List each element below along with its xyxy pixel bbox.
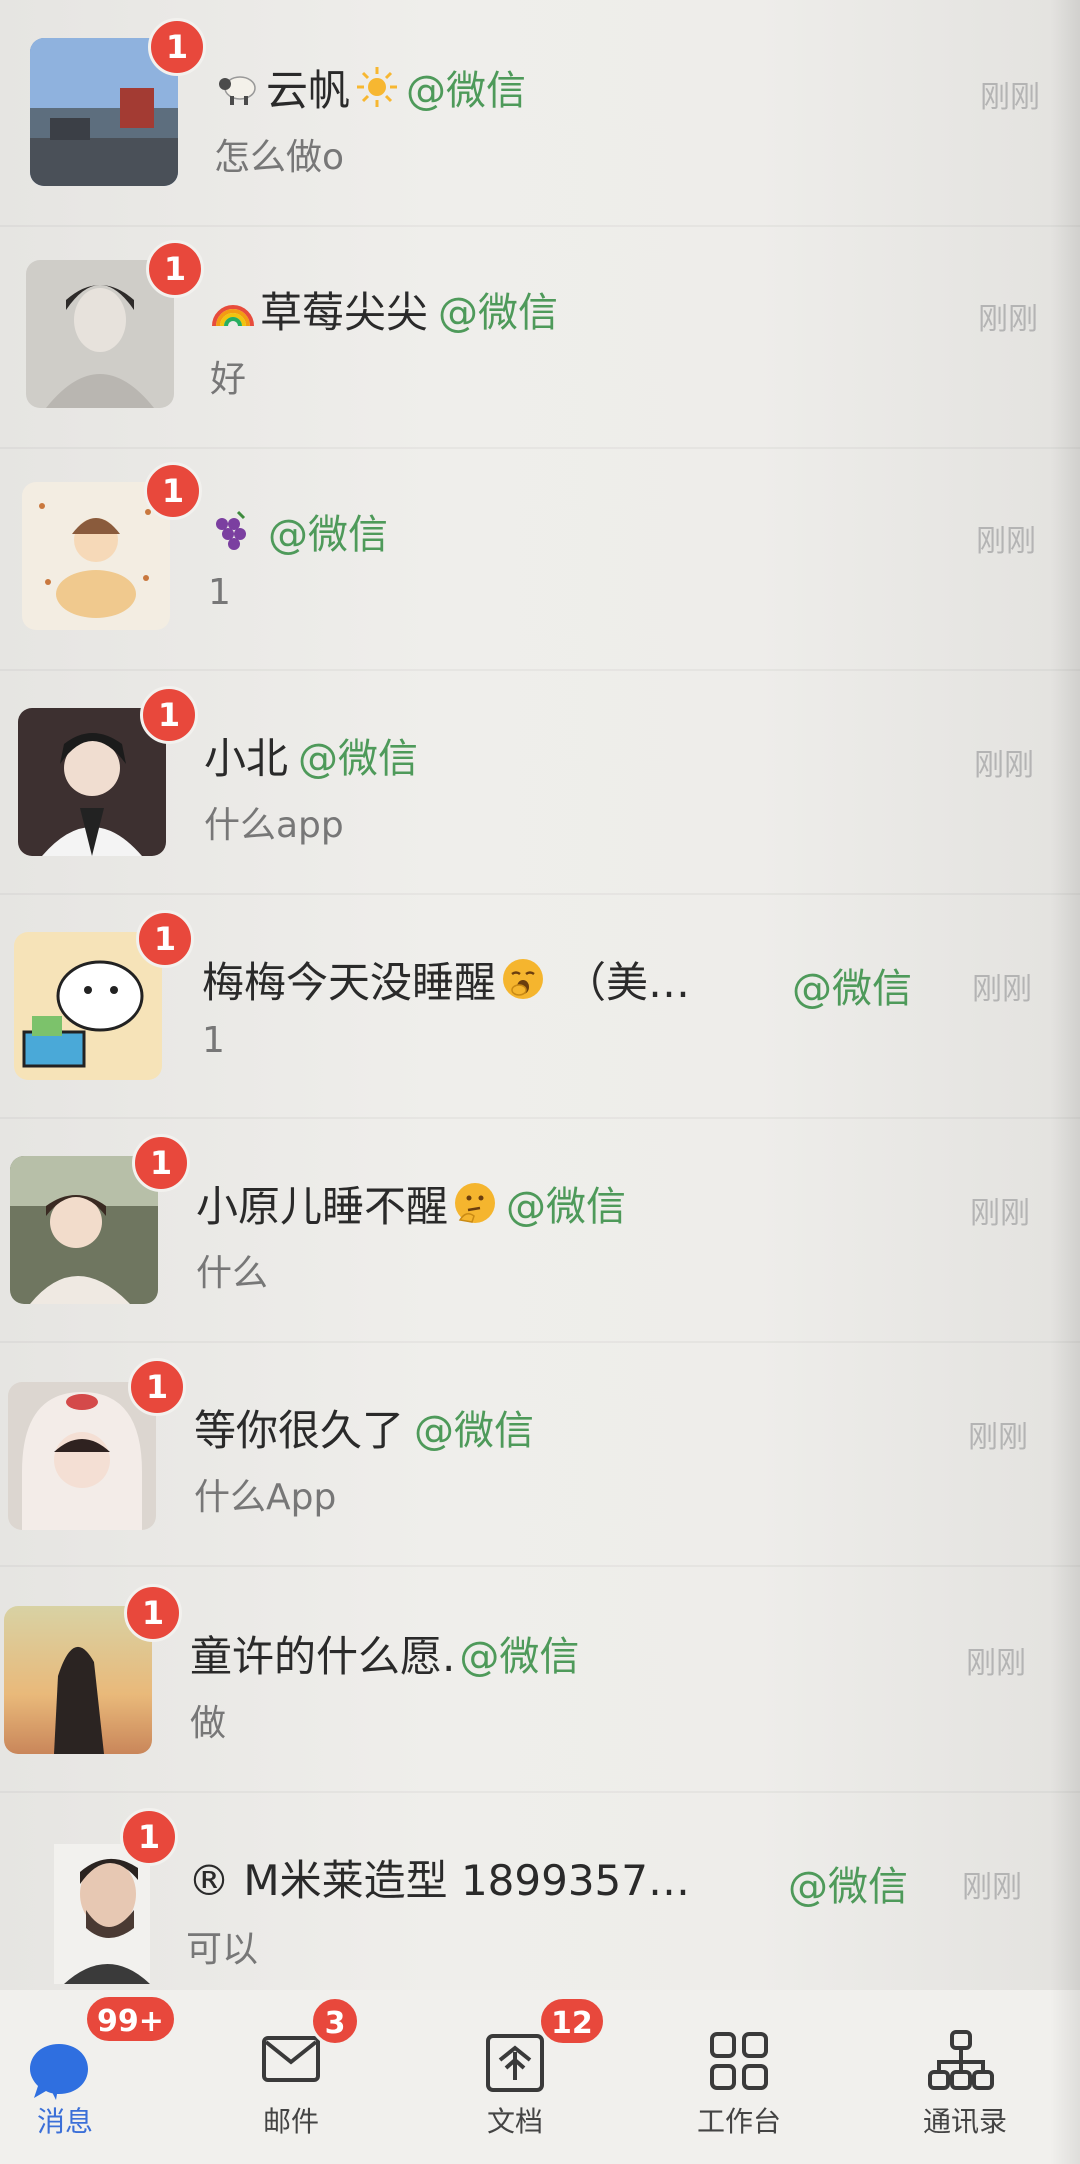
chat-time: 刚刚 bbox=[976, 524, 1036, 559]
chat-item[interactable]: 1 @微信 1 刚刚 bbox=[0, 444, 1080, 671]
message-bubble-icon bbox=[26, 2038, 92, 2104]
tab-contacts[interactable]: 通讯录 bbox=[890, 1990, 1040, 2164]
unread-badge: 1 bbox=[120, 1808, 178, 1866]
chat-preview: 什么 bbox=[196, 1253, 269, 1294]
unread-badge: 1 bbox=[148, 18, 206, 76]
tab-badge: 99+ bbox=[84, 1994, 177, 2044]
chat-item[interactable]: 1 小原儿睡不醒 @微信 什么 刚刚 bbox=[0, 1116, 1080, 1343]
chat-time: 刚刚 bbox=[970, 1196, 1030, 1231]
chat-item[interactable]: 1 梅梅今天没睡醒 （美… @微信 1 刚刚 bbox=[0, 892, 1080, 1119]
chat-name: 梅梅今天没睡醒 bbox=[202, 957, 497, 1007]
tab-label: 消息 bbox=[36, 2105, 93, 2138]
chat-handle: @微信 bbox=[414, 1408, 535, 1454]
chat-name: 云帆 bbox=[266, 65, 351, 115]
chat-name: 等你很久了 bbox=[194, 1405, 405, 1455]
avatar bbox=[54, 1844, 150, 1984]
chat-name-line: 童许的什么愿. @微信 bbox=[190, 1620, 579, 1686]
yawning-face-emoji-icon bbox=[500, 956, 546, 1002]
unread-badge: 1 bbox=[144, 462, 202, 520]
tab-label: 工作台 bbox=[696, 2105, 781, 2138]
chat-handle: @微信 bbox=[459, 1634, 580, 1680]
chat-name-line: 等你很久了 @微信 bbox=[194, 1394, 534, 1460]
tab-label: 通讯录 bbox=[922, 2105, 1007, 2138]
chat-name: ® M米莱造型 1899357… bbox=[188, 1855, 690, 1905]
chat-item[interactable]: 1 草莓尖尖 @微信 好 刚刚 bbox=[0, 222, 1080, 449]
tab-label: 邮件 bbox=[262, 2105, 319, 2138]
chat-time: 刚刚 bbox=[972, 972, 1032, 1007]
chat-preview: 怎么做o bbox=[214, 137, 345, 178]
chat-time: 刚刚 bbox=[962, 1870, 1022, 1905]
chat-preview: 做 bbox=[190, 1703, 227, 1744]
chat-name: 草莓尖尖 bbox=[260, 287, 429, 337]
tab-workbench[interactable]: 工作台 bbox=[664, 1990, 814, 2164]
chat-name-line: 小北 @微信 bbox=[204, 722, 418, 788]
chat-time: 刚刚 bbox=[974, 748, 1034, 783]
chat-time: 刚刚 bbox=[980, 80, 1040, 115]
chat-name-line: 云帆 @微信 bbox=[212, 54, 526, 120]
unread-badge: 1 bbox=[146, 240, 204, 298]
document-icon bbox=[482, 2030, 548, 2096]
unread-badge: 1 bbox=[136, 910, 194, 968]
chat-handle: @微信 bbox=[792, 966, 912, 1012]
tab-badge: 12 bbox=[538, 1996, 606, 2046]
chat-preview: 1 bbox=[202, 1020, 225, 1061]
chat-handle: @微信 bbox=[268, 512, 388, 558]
unread-badge: 1 bbox=[140, 686, 198, 744]
unread-badge: 1 bbox=[128, 1358, 186, 1416]
chat-item[interactable]: 1 云帆 @微信 怎么做o 刚刚 bbox=[0, 0, 1080, 227]
chat-handle: @微信 bbox=[298, 736, 419, 782]
grid-apps-icon bbox=[706, 2028, 772, 2094]
chat-handle: @微信 bbox=[438, 290, 559, 336]
chat-name-suffix: （美… bbox=[564, 957, 691, 1007]
chat-item[interactable]: 1 小北 @微信 什么app 刚刚 bbox=[0, 668, 1080, 895]
avatar-image bbox=[54, 1844, 150, 1984]
chat-name-line: 梅梅今天没睡醒 （美… bbox=[202, 946, 690, 1012]
tab-docs[interactable]: 文档 12 bbox=[440, 1990, 606, 2164]
sun-emoji-icon bbox=[354, 64, 400, 110]
thinking-face-emoji-icon bbox=[452, 1180, 498, 1226]
chat-preview: 什么app bbox=[204, 805, 344, 846]
bottom-tab-bar: 消息 99+ 邮件 3 文档 12 工作台 通讯录 bbox=[0, 1990, 1080, 2164]
chat-item[interactable]: 1 ® M米莱造型 1899357… @微信 可以 刚刚 bbox=[0, 1790, 1080, 2015]
chat-time: 刚刚 bbox=[978, 302, 1038, 337]
chat-time: 刚刚 bbox=[966, 1646, 1026, 1681]
chat-preview: 好 bbox=[210, 359, 247, 400]
tab-label: 文档 bbox=[486, 2105, 543, 2138]
chat-name-line: @微信 bbox=[204, 498, 388, 564]
chat-preview: 1 bbox=[208, 572, 231, 613]
unread-badge: 1 bbox=[124, 1584, 182, 1642]
unread-badge: 1 bbox=[132, 1134, 190, 1192]
tab-messages[interactable]: 消息 99+ bbox=[0, 1990, 177, 2164]
chat-name: 小原儿睡不醒 bbox=[196, 1181, 449, 1231]
tab-mail[interactable]: 邮件 3 bbox=[216, 1990, 366, 2164]
rainbow-emoji-icon bbox=[210, 286, 256, 332]
chat-handle: @微信 bbox=[788, 1864, 908, 1910]
chat-time: 刚刚 bbox=[968, 1420, 1028, 1455]
chat-name-line: 草莓尖尖 @微信 bbox=[206, 276, 558, 342]
chat-name-line: ® M米莱造型 1899357… bbox=[188, 1844, 690, 1910]
chat-item[interactable]: 1 等你很久了 @微信 什么App 刚刚 bbox=[0, 1340, 1080, 1567]
chat-preview: 可以 bbox=[186, 1929, 259, 1970]
chat-name: 童许的什么愿. bbox=[190, 1631, 456, 1681]
chat-handle: @微信 bbox=[406, 68, 527, 114]
chat-handle: @微信 bbox=[506, 1184, 627, 1230]
chat-preview: 什么App bbox=[194, 1477, 337, 1518]
org-chart-icon bbox=[928, 2028, 994, 2094]
chat-name: 小北 bbox=[204, 733, 289, 783]
screen: 1 云帆 @微信 怎么做o 刚刚 1 草莓尖尖 @微信 好 刚刚 1 @微信 1… bbox=[0, 0, 1080, 2164]
chat-name-line: 小原儿睡不醒 @微信 bbox=[196, 1170, 626, 1236]
tab-badge: 3 bbox=[310, 1996, 360, 2046]
chat-item[interactable]: 1 童许的什么愿. @微信 做 刚刚 bbox=[0, 1566, 1080, 1793]
sheep-emoji-icon bbox=[216, 64, 262, 110]
grapes-emoji-icon bbox=[208, 508, 254, 554]
